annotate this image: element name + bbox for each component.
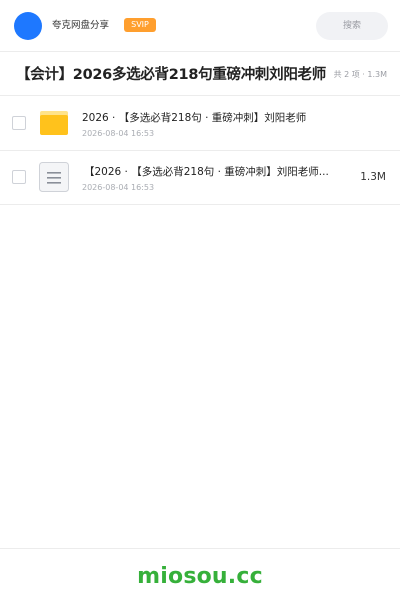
folder-meta: 共 2 项 · 1.3M	[333, 70, 387, 79]
row-checkbox[interactable]	[12, 170, 26, 184]
user-avatar[interactable]	[14, 12, 42, 40]
folder-header: 【会计】2026多选必背218句重磅冲刺刘阳老师 共 2 项 · 1.3M	[0, 53, 400, 96]
folder-icon	[38, 107, 70, 139]
search-input[interactable]	[316, 12, 388, 40]
folder-title: 【会计】2026多选必背218句重磅冲刺刘阳老师	[16, 67, 326, 83]
document-icon	[38, 161, 70, 193]
footer: miosou.cc	[0, 548, 400, 600]
file-row-document[interactable]: 【2026 · 【多选必背218句 · 重磅冲刺】刘阳老师... 2026-08…	[0, 151, 400, 205]
file-name[interactable]: 2026 · 【多选必背218句 · 重磅冲刺】刘阳老师	[82, 111, 306, 126]
row-checkbox[interactable]	[12, 116, 26, 130]
file-row-folder[interactable]: 2026 · 【多选必背218句 · 重磅冲刺】刘阳老师 2026-08-04 …	[0, 97, 400, 151]
site-brand[interactable]: miosou.cc	[0, 563, 400, 591]
file-date: 2026-08-04 16:53	[82, 183, 155, 192]
file-size: 1.3M	[360, 171, 386, 183]
file-date: 2026-08-04 16:53	[82, 129, 155, 138]
top-bar: 夸克网盘分享 SVIP	[0, 0, 400, 52]
share-owner-name: 夸克网盘分享	[52, 20, 110, 31]
svip-badge: SVIP	[124, 18, 156, 32]
file-name[interactable]: 【2026 · 【多选必背218句 · 重磅冲刺】刘阳老师...	[84, 165, 329, 180]
